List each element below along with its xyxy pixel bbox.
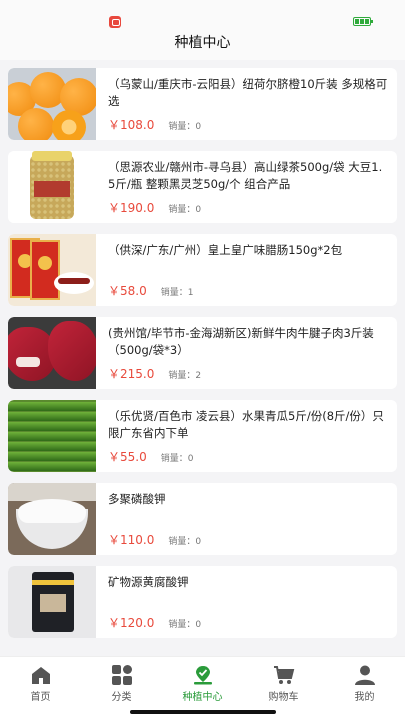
product-title: （乐优贤/百色市 凌云县）水果青瓜5斤/份(8斤/份）只限广东省内下单	[108, 409, 384, 440]
planting-center-icon	[193, 666, 212, 685]
product-sales: 销量：2	[168, 371, 202, 381]
fertilizer-bag-image	[8, 566, 96, 638]
tab-home[interactable]: 首页	[0, 657, 81, 720]
product-price: ￥215.0	[108, 367, 155, 381]
product-price: ￥58.0	[108, 284, 147, 298]
product-card[interactable]: （供深/广东/广州）皇上皇广味腊肠150g*2包 ￥58.0 销量：1	[8, 234, 397, 306]
cucumbers-image	[8, 400, 96, 472]
product-card[interactable]: 多聚磷酸钾 ￥110.0 销量：0	[8, 483, 397, 555]
product-title: （乌蒙山/重庆市-云阳县）纽荷尔脐橙10斤装 多规格可选	[108, 77, 388, 108]
product-card[interactable]: (贵州馆/毕节市-金海湖新区)新鲜牛肉牛腱子肉3斤装（500g/袋*3） ￥21…	[8, 317, 397, 389]
product-price: ￥190.0	[108, 201, 155, 215]
product-price: ￥55.0	[108, 450, 147, 464]
tab-label: 种植中心	[182, 692, 223, 703]
page-title: 种植中心	[174, 35, 231, 51]
product-sales: 销量：0	[168, 122, 202, 132]
product-card[interactable]: （乐优贤/百色市 凌云县）水果青瓜5斤/份(8斤/份）只限广东省内下单 ￥55.…	[8, 400, 397, 472]
page-header: 种植中心	[0, 28, 405, 60]
tab-label: 分类	[111, 692, 132, 703]
sausage-package-image	[8, 234, 96, 306]
app-notification-icon	[109, 16, 121, 28]
product-price: ￥110.0	[108, 533, 155, 547]
profile-icon	[354, 665, 375, 685]
product-sales: 销量：1	[160, 288, 194, 298]
product-sales: 销量：0	[160, 454, 194, 464]
soybean-jar-image	[8, 151, 96, 223]
product-list: （乌蒙山/重庆市-云阳县）纽荷尔脐橙10斤装 多规格可选 ￥108.0 销量：0…	[0, 60, 405, 638]
white-powder-bowl-image	[8, 483, 96, 555]
product-title: （供深/广东/广州）皇上皇广味腊肠150g*2包	[108, 243, 343, 257]
category-icon	[111, 665, 132, 685]
tab-label: 我的	[354, 692, 375, 703]
battery-icon	[353, 17, 373, 26]
product-title: 矿物源黄腐酸钾	[108, 575, 189, 589]
product-title: 多聚磷酸钾	[108, 492, 166, 506]
product-card[interactable]: 矿物源黄腐酸钾 ￥120.0 销量：0	[8, 566, 397, 638]
product-price: ￥108.0	[108, 118, 155, 132]
status-bar	[0, 0, 405, 28]
tab-profile[interactable]: 我的	[324, 657, 405, 720]
product-sales: 销量：0	[168, 620, 202, 630]
product-card[interactable]: （乌蒙山/重庆市-云阳县）纽荷尔脐橙10斤装 多规格可选 ￥108.0 销量：0	[8, 68, 397, 140]
tab-label: 首页	[30, 692, 51, 703]
home-icon	[31, 667, 50, 684]
oranges-image	[8, 68, 96, 140]
product-card[interactable]: （思源农业/赣州市-寻乌县）高山绿茶500g/袋 大豆1.5斤/瓶 整颗黑灵芝5…	[8, 151, 397, 223]
product-title: （思源农业/赣州市-寻乌县）高山绿茶500g/袋 大豆1.5斤/瓶 整颗黑灵芝5…	[108, 160, 383, 191]
tab-label: 购物车	[268, 692, 299, 703]
product-sales: 销量：0	[168, 537, 202, 547]
home-indicator	[130, 710, 276, 714]
product-sales: 销量：0	[168, 205, 202, 215]
product-price: ￥120.0	[108, 616, 155, 630]
cart-icon	[273, 666, 294, 684]
product-title: (贵州馆/毕节市-金海湖新区)新鲜牛肉牛腱子肉3斤装（500g/袋*3）	[108, 326, 374, 357]
beef-image	[8, 317, 96, 389]
